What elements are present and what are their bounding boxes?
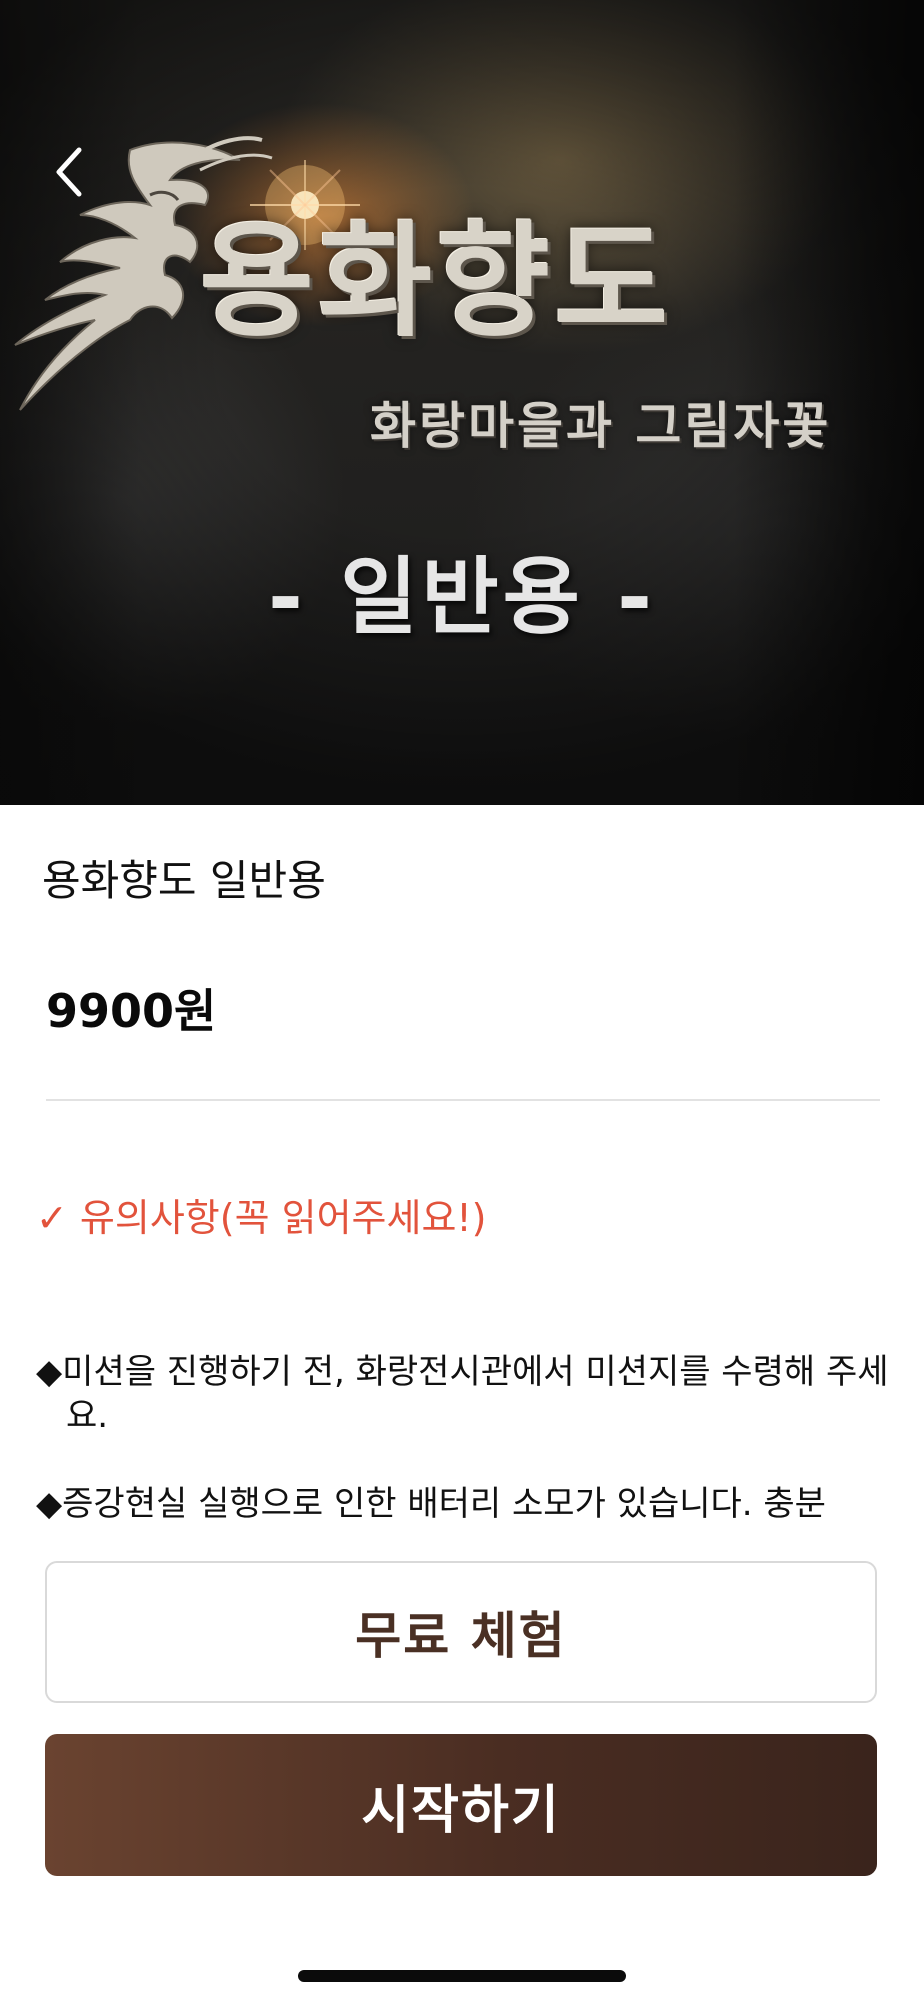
back-button[interactable] xyxy=(40,140,96,204)
product-name: 용화향도 일반용 xyxy=(42,856,326,905)
notice-heading: ✓ 유의사항(꼭 읽어주세요!) xyxy=(36,1196,487,1240)
product-content: 용화향도 일반용 9900원 ✓ 유의사항(꼭 읽어주세요!) ◆미션을 진행하… xyxy=(0,805,924,1521)
hero-badge: - 일반용 - xyxy=(267,548,657,646)
start-button[interactable]: 시작하기 xyxy=(45,1734,877,1876)
bottom-action-panel: 무료 체험 시작하기 xyxy=(0,1521,924,2000)
free-trial-button[interactable]: 무료 체험 xyxy=(45,1561,877,1703)
product-detail-screen: 용화향도 화랑마을과 그림자꽃 - 일반용 - 용화향도 일반용 9900원 ✓… xyxy=(0,0,924,2000)
divider xyxy=(46,1099,880,1101)
notice-item: ◆증강현실 실행으로 인한 배터리 소모가 있습니다. 충분 xyxy=(36,1484,826,1521)
home-indicator[interactable] xyxy=(298,1970,626,1982)
chevron-left-icon xyxy=(56,147,82,197)
product-price: 9900원 xyxy=(46,984,217,1038)
notice-list: ◆미션을 진행하기 전, 화랑전시관에서 미션지를 수령해 주세요. ◆증강현실… xyxy=(36,1350,896,1521)
notice-item: ◆미션을 진행하기 전, 화랑전시관에서 미션지를 수령해 주세요. xyxy=(36,1352,889,1436)
hero-title: 용화향도 xyxy=(200,209,673,354)
hero-banner: 용화향도 화랑마을과 그림자꽃 - 일반용 - xyxy=(0,0,924,805)
hero-subtitle: 화랑마을과 그림자꽃 xyxy=(370,396,832,455)
